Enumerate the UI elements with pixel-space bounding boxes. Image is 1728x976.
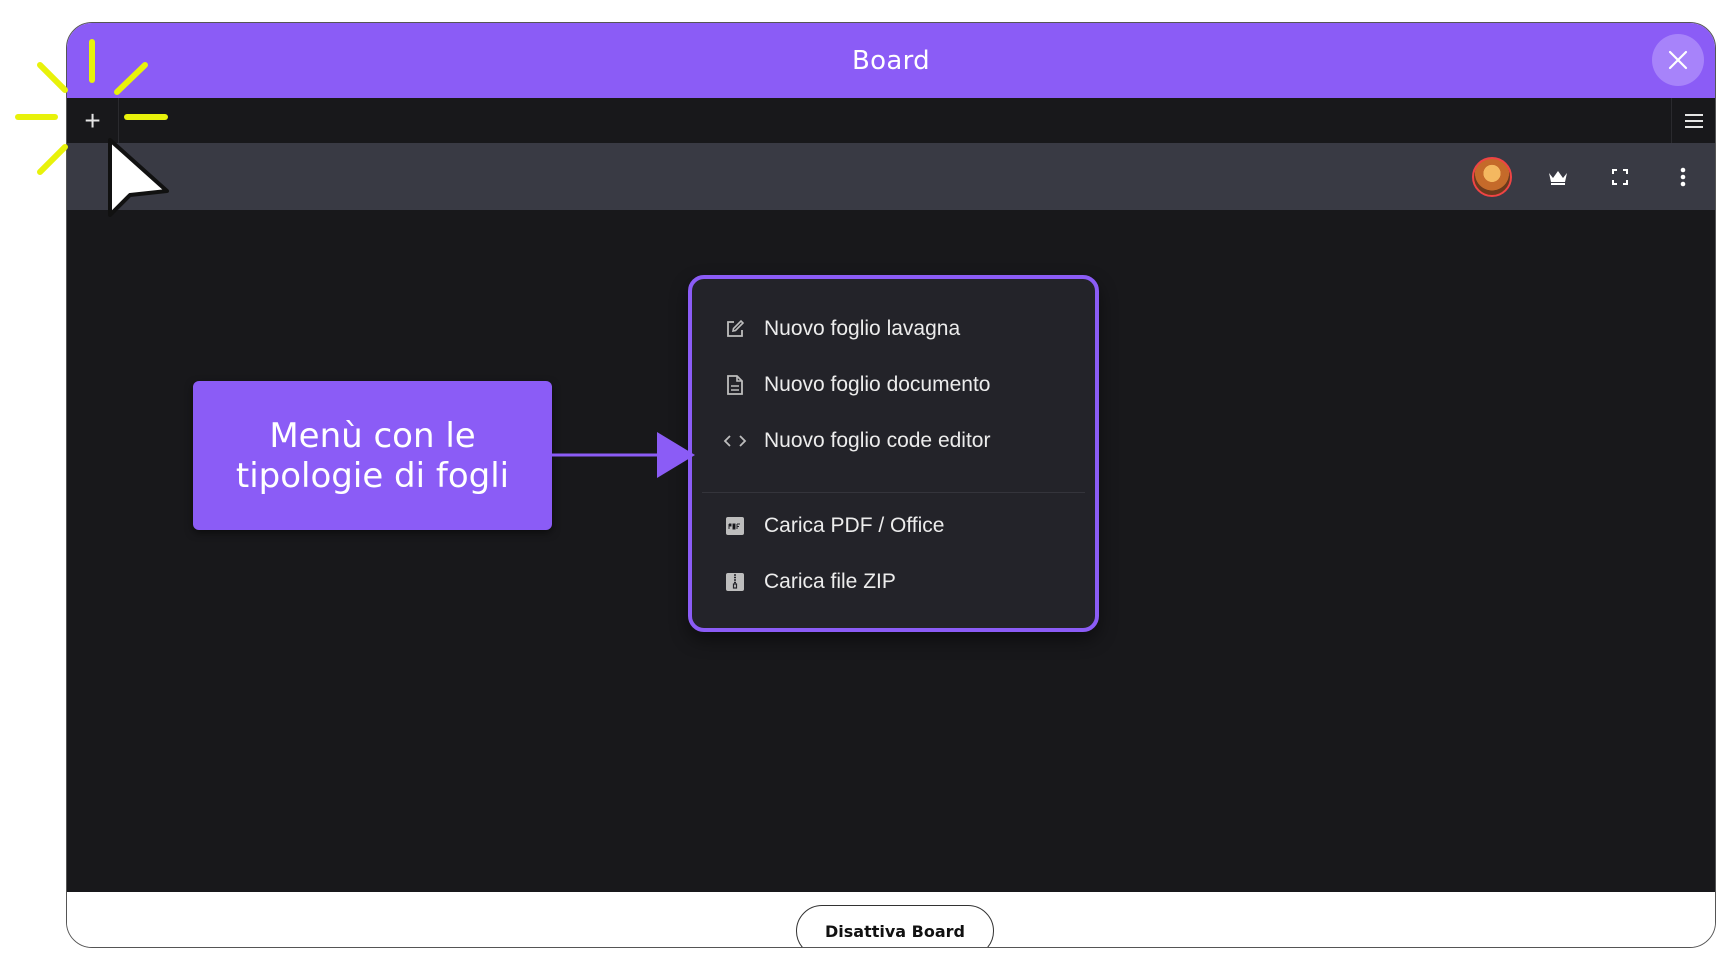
plus-icon: +	[84, 104, 101, 136]
menu-item-upload-pdf-office[interactable]: Carica PDF / Office	[692, 498, 1095, 554]
menu-item-label: Nuovo foglio lavagna	[764, 317, 961, 340]
menu-item-new-whiteboard[interactable]: Nuovo foglio lavagna	[692, 301, 1095, 357]
board-toolbar	[67, 143, 1715, 210]
window-title: Board	[852, 45, 930, 76]
pdf-icon	[722, 516, 748, 536]
avatar	[1472, 156, 1512, 197]
hamburger-icon	[1684, 113, 1703, 128]
disable-board-button[interactable]: Disattiva Board	[796, 905, 994, 947]
zip-icon	[722, 572, 748, 592]
footer: Disattiva Board	[67, 892, 1715, 947]
menu-item-label: Nuovo foglio documento	[764, 373, 991, 396]
callout-line-2: tipologie di fogli	[235, 455, 510, 496]
annotation-callout: Menù con le tipologie di fogli	[193, 381, 552, 530]
callout-line-1: Menù con le	[269, 415, 476, 456]
edit-icon	[722, 319, 748, 339]
crown-icon	[1549, 170, 1567, 185]
user-avatar-button[interactable]	[1466, 143, 1518, 210]
sheets-menu-button[interactable]	[1671, 98, 1715, 143]
menu-divider	[702, 492, 1085, 493]
sheet-type-menu: Nuovo foglio lavagna Nuovo foglio docume…	[688, 275, 1099, 632]
menu-item-upload-zip[interactable]: Carica file ZIP	[692, 554, 1095, 610]
fullscreen-icon	[1612, 168, 1628, 185]
menu-item-label: Nuovo foglio code editor	[764, 429, 991, 452]
code-icon	[722, 433, 748, 449]
menu-item-new-document[interactable]: Nuovo foglio documento	[692, 357, 1095, 413]
crown-button[interactable]	[1532, 143, 1584, 210]
document-icon	[722, 374, 748, 396]
more-options-button[interactable]	[1657, 143, 1709, 210]
menu-item-label: Carica file ZIP	[764, 570, 896, 593]
menu-item-new-code-editor[interactable]: Nuovo foglio code editor	[692, 413, 1095, 469]
title-bar: Board	[67, 23, 1715, 98]
tab-bar: +	[67, 98, 1715, 143]
close-icon	[1668, 50, 1688, 70]
close-button[interactable]	[1652, 34, 1704, 86]
fullscreen-button[interactable]	[1594, 143, 1646, 210]
more-vertical-icon	[1680, 167, 1686, 186]
menu-item-label: Carica PDF / Office	[764, 514, 945, 537]
add-sheet-button[interactable]: +	[67, 98, 119, 143]
